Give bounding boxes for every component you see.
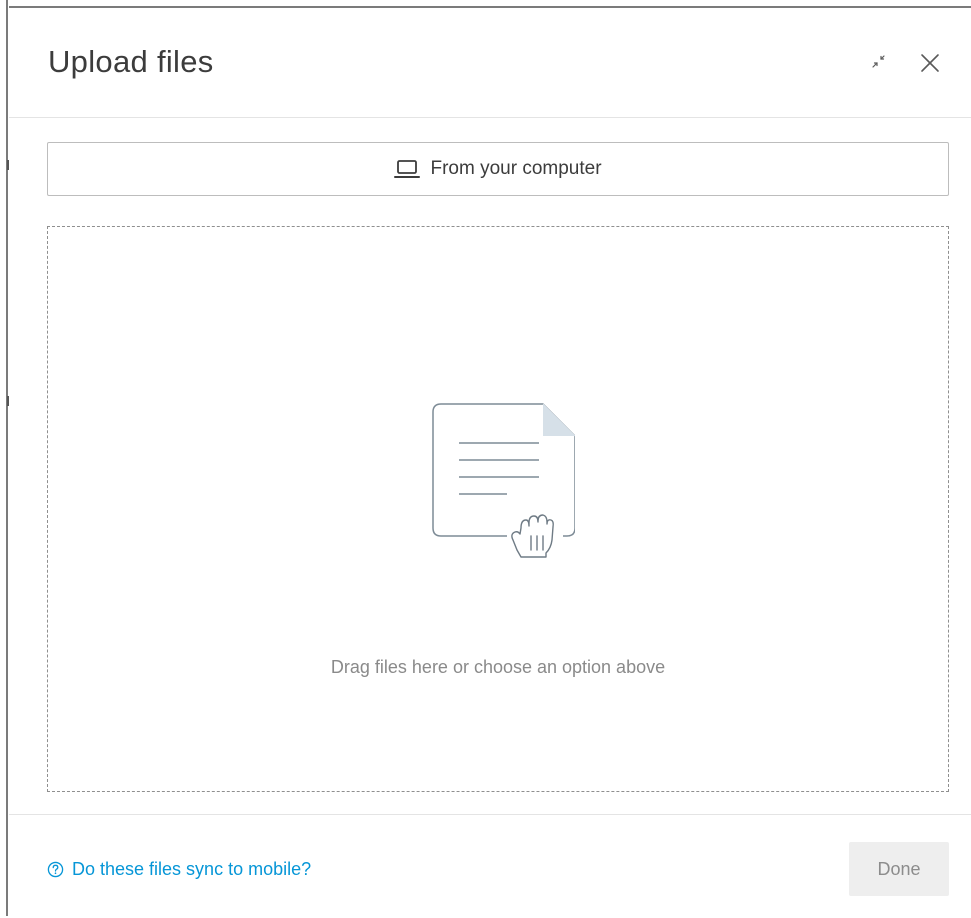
dropzone-instructions: Drag files here or choose an option abov… [330, 657, 666, 677]
done-button[interactable]: Done [849, 842, 949, 896]
dialog-footer: Do these files sync to mobile? Done [9, 814, 971, 918]
from-computer-button[interactable]: From your computer [47, 142, 949, 196]
question-circle-icon [47, 861, 64, 878]
minimize-arrows-icon[interactable] [871, 54, 891, 74]
page-frame: Upload files From your computer Drag fil… [0, 0, 971, 916]
file-dropzone[interactable]: Drag files here or choose an option abov… [47, 226, 949, 792]
laptop-icon [394, 160, 421, 178]
from-computer-label: From your computer [430, 158, 602, 179]
close-icon[interactable] [919, 52, 941, 74]
sync-mobile-help-link[interactable]: Do these files sync to mobile? [47, 859, 311, 880]
upload-dialog: Upload files From your computer Drag fil… [9, 6, 971, 916]
background-window-edge [0, 0, 9, 916]
document-drag-hand-icon [432, 403, 575, 558]
dialog-title: Upload files [48, 44, 214, 79]
sync-mobile-help-text: Do these files sync to mobile? [72, 859, 312, 879]
dialog-header: Upload files [9, 8, 971, 118]
